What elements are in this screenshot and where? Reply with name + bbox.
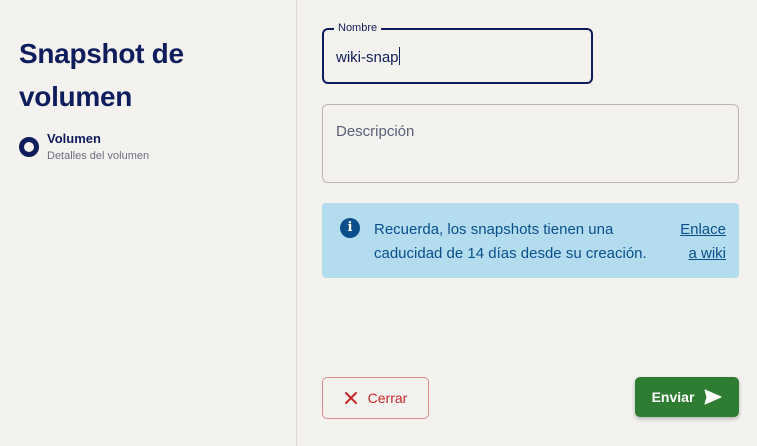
stepper-panel: Snapshot de volumen Volumen Detalles del… [0,0,297,446]
close-icon [344,392,357,404]
text-caret [398,47,400,65]
close-button-label: Cerrar [367,390,408,406]
send-icon [704,389,722,405]
submit-button-label: Enviar [651,389,695,405]
step-title: Volumen [47,131,101,146]
step-volumen[interactable]: Volumen Detalles del volumen [19,131,149,163]
info-icon: i [340,218,360,238]
description-field[interactable]: Descripción [322,104,739,183]
name-field-label: Nombre [334,21,382,35]
name-field[interactable]: Nombre wiki-snap [322,21,593,84]
description-placeholder: Descripción [336,123,415,140]
close-button[interactable]: Cerrar [322,377,429,419]
info-alert: i Recuerda, los snapshots tienen una cad… [322,203,739,278]
snapshot-dialog: Snapshot de volumen Volumen Detalles del… [0,0,757,446]
step-subtitle: Detalles del volumen [47,150,150,162]
name-field-value: wiki-snap [336,49,399,66]
submit-button[interactable]: Enviar [635,377,739,417]
info-text: Recuerda, los snapshots tienen una caduc… [374,221,647,262]
wiki-link[interactable]: Enlace a wiki [670,218,726,266]
step-indicator-icon [19,137,39,157]
page-title: Snapshot de volumen [19,38,184,112]
